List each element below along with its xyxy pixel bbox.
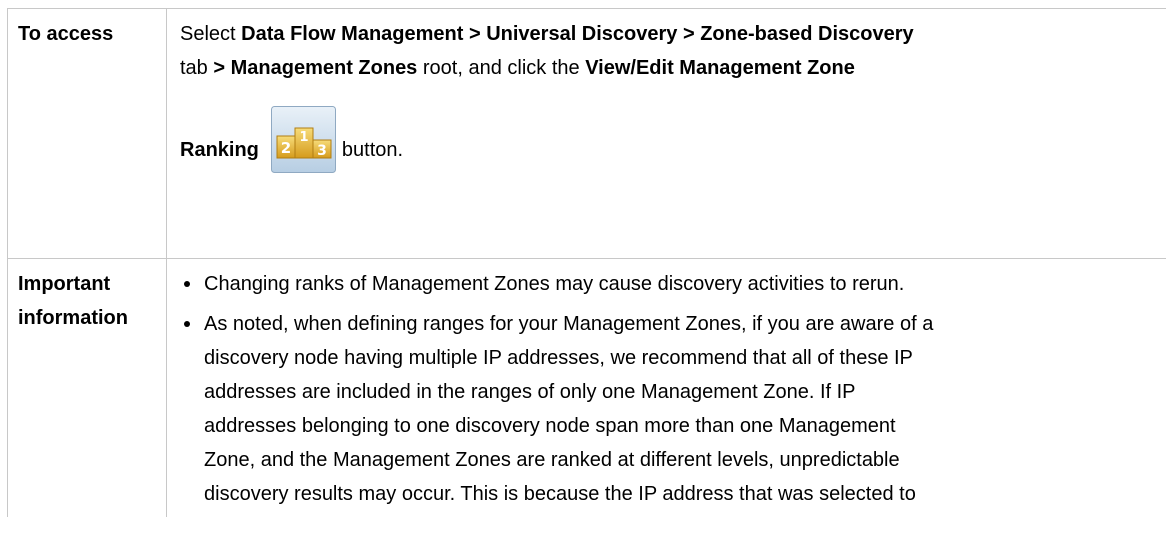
access-line-2: tab > Management Zones root, and click t… <box>180 57 855 79</box>
button-name-end: Ranking <box>180 139 259 161</box>
menu-path: Data Flow Management > Universal Discove… <box>241 23 914 45</box>
access-line-3: Ranking 2 1 3 button. <box>180 93 1152 173</box>
bullet-list: Changing ranks of Management Zones may c… <box>180 267 1152 511</box>
bullet-icon <box>184 281 190 287</box>
button-name: View/Edit Management Zone <box>585 57 855 79</box>
table-row-information: Important information Changing ranks of … <box>7 258 1166 517</box>
ranking-podium-icon: 2 1 3 <box>270 106 336 173</box>
bullet-icon <box>184 321 190 327</box>
list-item: Changing ranks of Management Zones may c… <box>180 267 1152 301</box>
svg-text:2: 2 <box>281 139 291 157</box>
access-header: To access <box>7 8 167 259</box>
svg-text:1: 1 <box>299 130 308 145</box>
svg-text:3: 3 <box>317 143 327 159</box>
list-item: As noted, when defining ranges for your … <box>180 307 1152 511</box>
information-header: Important information <box>7 258 167 517</box>
access-description: Select Data Flow Management > Universal … <box>166 8 1166 259</box>
button-suffix: button. <box>341 139 404 161</box>
info-table: To access Select Data Flow Management > … <box>7 8 1166 517</box>
tree-node-name: Management Zones <box>230 57 418 79</box>
information-body: Changing ranks of Management Zones may c… <box>166 258 1166 517</box>
access-line-1: Select Data Flow Management > Universal … <box>180 23 914 45</box>
table-row-access: To access Select Data Flow Management > … <box>7 8 1166 259</box>
